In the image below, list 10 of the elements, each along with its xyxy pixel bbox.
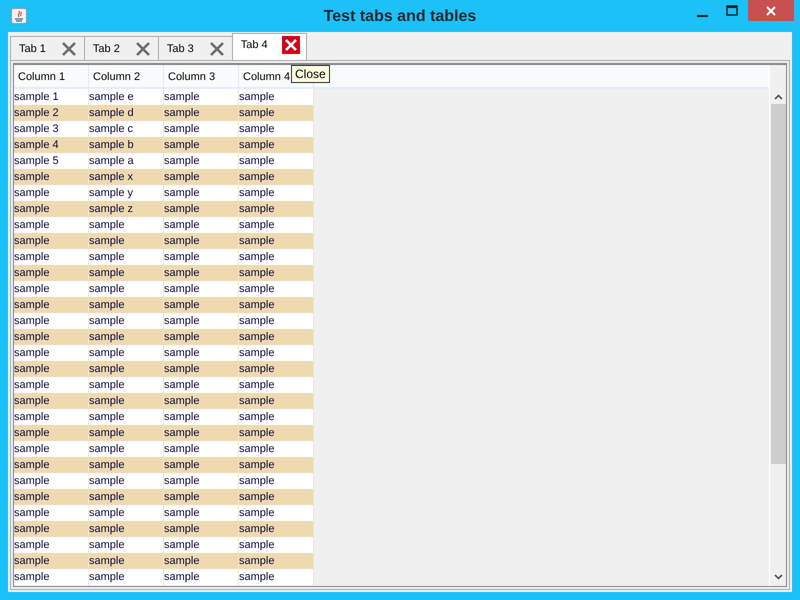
tab-label: Tab 2 xyxy=(92,42,120,54)
table-cell: sample xyxy=(89,569,164,585)
table-cell: sample xyxy=(14,569,89,585)
table-cell: sample xyxy=(164,569,239,585)
window-title: Test tabs and tables xyxy=(324,8,476,26)
tab-label: Tab 3 xyxy=(166,42,194,54)
table-cell: sample xyxy=(239,569,314,585)
tab-label: Tab 4 xyxy=(240,39,268,51)
tab-label: Tab 1 xyxy=(19,42,46,54)
tooltip: Close xyxy=(291,65,330,83)
